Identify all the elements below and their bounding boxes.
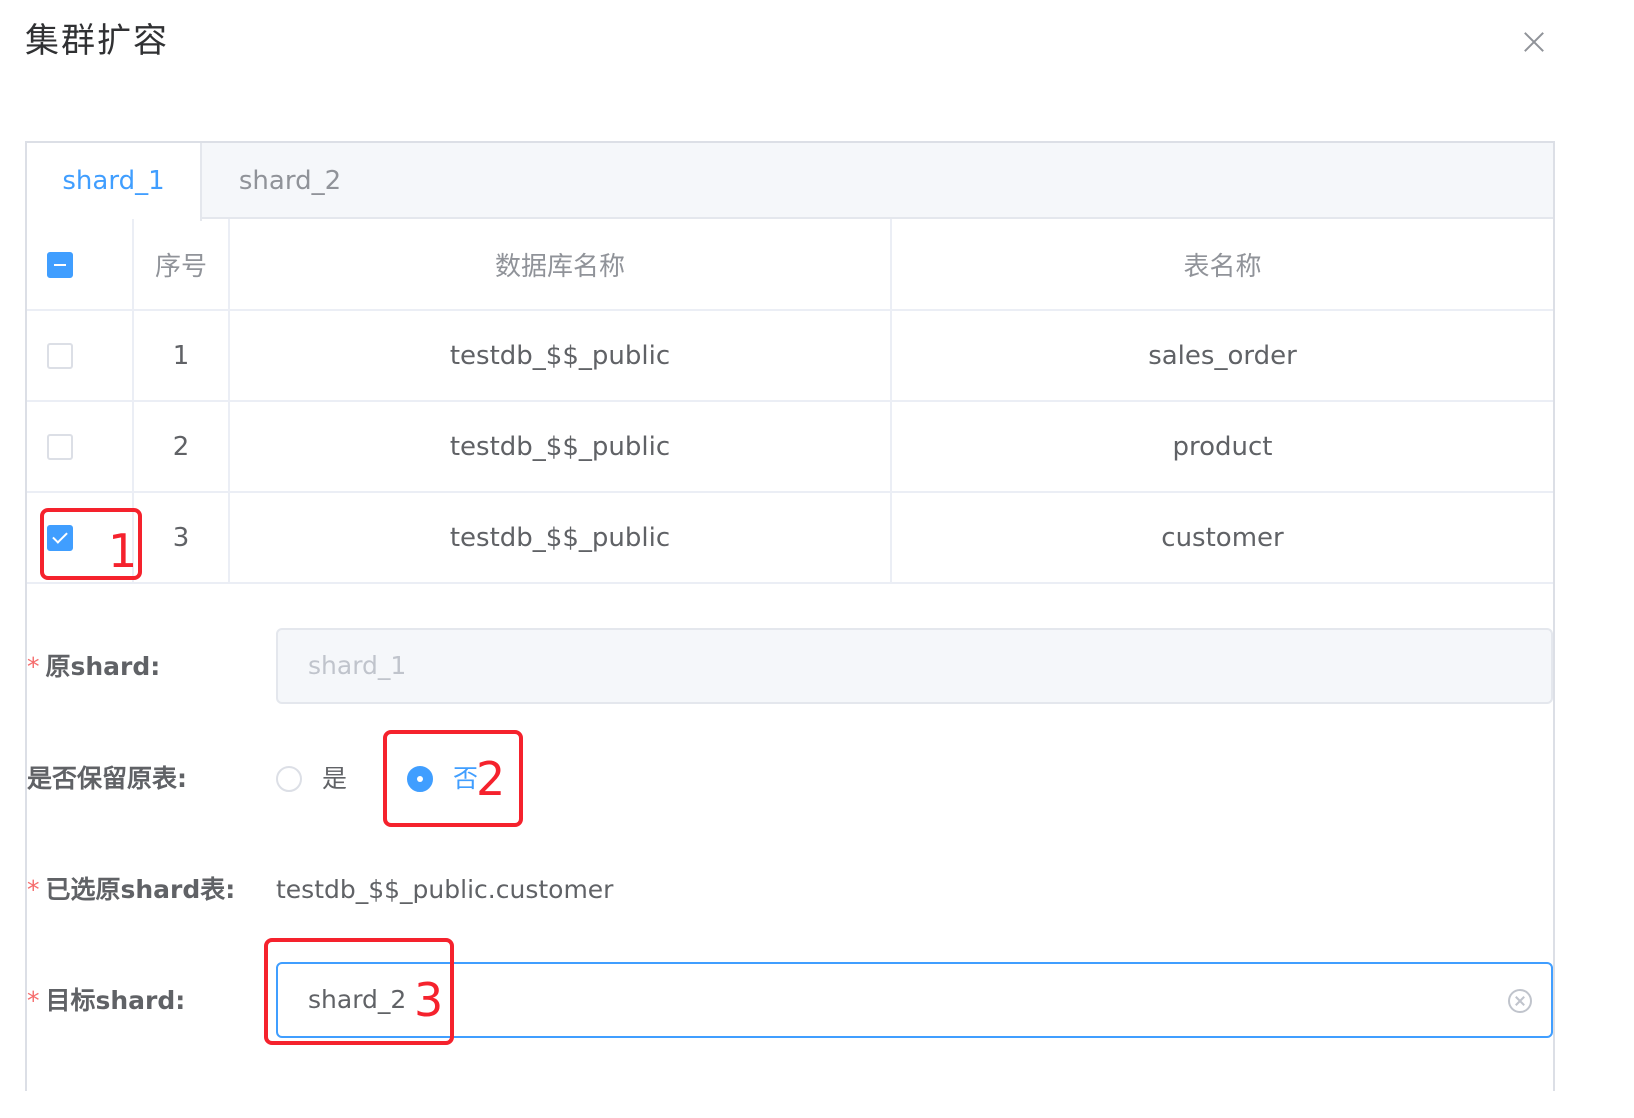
select-all-cell bbox=[27, 219, 134, 311]
row-database: testdb_$$_public bbox=[228, 400, 892, 493]
row-table: customer bbox=[890, 491, 1553, 584]
row-index: 2 bbox=[132, 400, 230, 493]
row-table: sales_order bbox=[890, 309, 1553, 402]
selected-tables-value: testdb_$$_public.customer bbox=[276, 875, 614, 904]
required-mark: * bbox=[27, 652, 40, 681]
selected-tables-label: * 已选原shard表: bbox=[27, 870, 235, 910]
table-row[interactable]: 2 testdb_$$_public product bbox=[27, 400, 1553, 493]
row-checkbox[interactable] bbox=[47, 343, 73, 369]
annotation-number-3: 3 bbox=[414, 973, 444, 1027]
row-select-cell bbox=[27, 400, 134, 493]
keep-original-label: 是否保留原表: bbox=[27, 764, 187, 793]
dialog-title: 集群扩容 bbox=[25, 21, 169, 61]
close-icon[interactable] bbox=[1520, 24, 1560, 64]
row-checkbox[interactable] bbox=[47, 434, 73, 460]
target-shard-label: * 目标shard: bbox=[27, 981, 185, 1021]
row-index: 3 bbox=[132, 491, 230, 584]
required-mark: * bbox=[27, 875, 40, 904]
selected-tables-label-text: 已选原shard表: bbox=[45, 875, 236, 904]
source-shard-input: shard_1 bbox=[276, 628, 1553, 704]
row-select-cell bbox=[27, 309, 134, 402]
target-shard-input[interactable]: shard_2 bbox=[276, 962, 1553, 1038]
table-row[interactable]: 1 testdb_$$_public sales_order bbox=[27, 309, 1553, 402]
row-database: testdb_$$_public bbox=[228, 491, 892, 584]
radio-yes-label[interactable]: 是 bbox=[322, 759, 347, 799]
row-database: testdb_$$_public bbox=[228, 309, 892, 402]
table-row[interactable]: 3 testdb_$$_public customer bbox=[27, 491, 1553, 584]
column-header-table: 表名称 bbox=[890, 219, 1553, 311]
tab-shard-2[interactable]: shard_2 bbox=[204, 143, 376, 219]
clear-icon[interactable] bbox=[1508, 989, 1532, 1013]
tab-shard-1[interactable]: shard_1 bbox=[27, 143, 202, 221]
table-header-row: 序号 数据库名称 表名称 bbox=[27, 219, 1553, 311]
row-index: 1 bbox=[132, 309, 230, 402]
target-shard-label-text: 目标shard: bbox=[45, 986, 186, 1015]
radio-yes[interactable] bbox=[276, 766, 302, 792]
annotation-number-2: 2 bbox=[476, 752, 506, 806]
column-header-database: 数据库名称 bbox=[228, 219, 892, 311]
column-header-index: 序号 bbox=[132, 219, 230, 311]
tables-table: 序号 数据库名称 表名称 1 testdb_$$_public sales_or… bbox=[27, 219, 1553, 584]
annotation-number-1: 1 bbox=[108, 524, 138, 578]
source-shard-label: * 原shard: bbox=[27, 647, 160, 687]
select-all-checkbox[interactable] bbox=[47, 251, 73, 278]
required-mark: * bbox=[27, 986, 40, 1015]
source-shard-label-text: 原shard: bbox=[45, 652, 161, 681]
row-table: product bbox=[890, 400, 1553, 493]
